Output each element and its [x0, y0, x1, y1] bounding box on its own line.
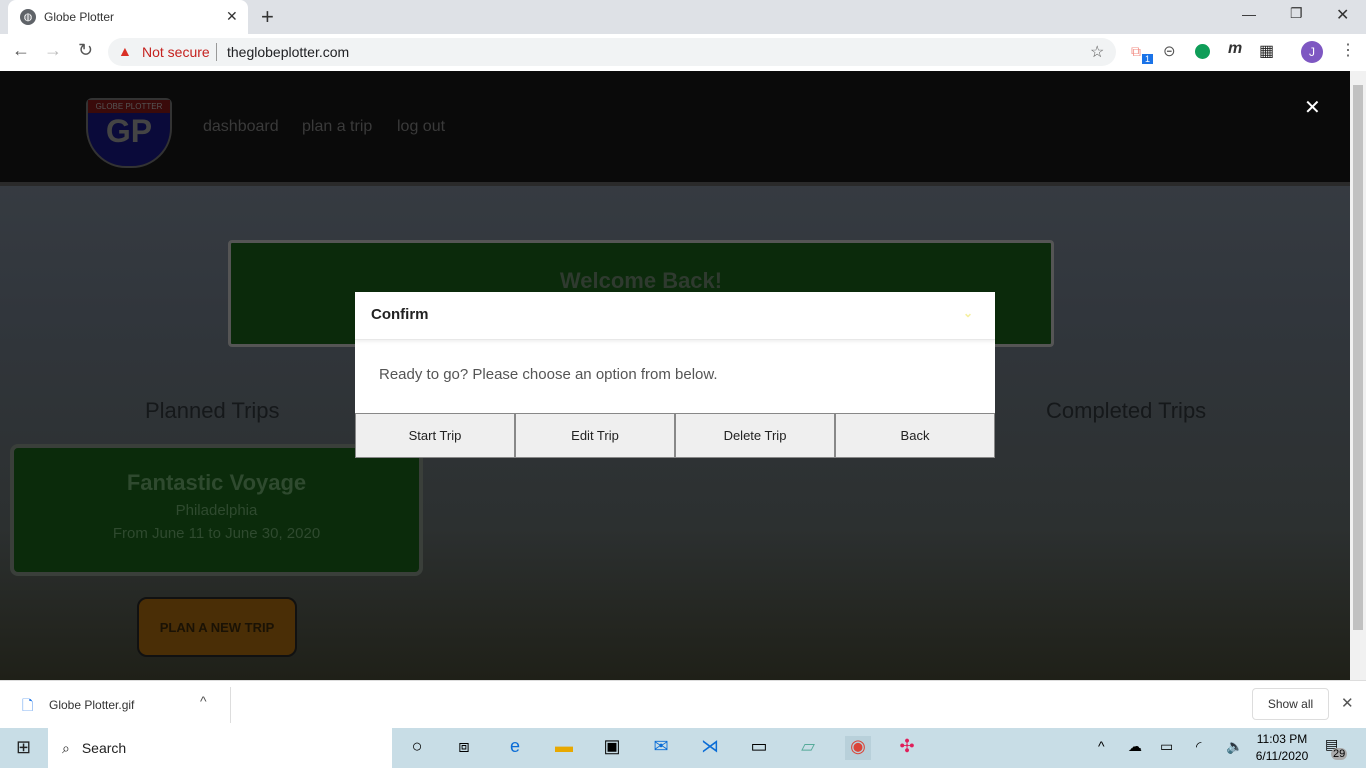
edit-trip-button[interactable]: Edit Trip: [515, 413, 675, 458]
battery-icon[interactable]: ▭: [1160, 738, 1173, 755]
taskbar-search[interactable]: ⌕ Search: [48, 728, 392, 768]
delete-trip-button[interactable]: Delete Trip: [675, 413, 835, 458]
bookmark-star-icon[interactable]: ☆: [1090, 42, 1104, 62]
file-explorer-icon[interactable]: ▬: [551, 736, 577, 760]
start-trip-button[interactable]: Start Trip: [355, 413, 515, 458]
windows-start-icon[interactable]: ⊞: [16, 737, 31, 758]
search-placeholder: Search: [81, 740, 127, 756]
slack-icon[interactable]: ✣: [894, 736, 920, 760]
profile-avatar[interactable]: J: [1301, 41, 1323, 63]
wifi-icon[interactable]: ◜: [1196, 738, 1201, 755]
notification-count: 29: [1331, 748, 1348, 760]
clock-date[interactable]: 6/11/2020: [1254, 749, 1310, 763]
chevron-up-icon[interactable]: ^: [200, 693, 207, 709]
minimize-icon[interactable]: —: [1242, 6, 1256, 22]
warning-icon: ▲: [118, 43, 132, 59]
volume-icon[interactable]: 🔈: [1226, 738, 1243, 755]
logo[interactable]: GLOBE PLOTTER GP: [86, 98, 172, 168]
grid-extension-icon[interactable]: ▦: [1259, 41, 1274, 61]
download-bar: 🗋 Globe Plotter.gif ^ Show all ✕: [0, 680, 1366, 728]
browser-tab[interactable]: ◍ Globe Plotter ✕: [8, 0, 248, 34]
close-tab-icon[interactable]: ✕: [226, 8, 238, 25]
address-bar[interactable]: ▲ Not secure theglobeplotter.com ☆: [108, 38, 1116, 66]
mail-icon[interactable]: ✉: [648, 736, 674, 760]
onedrive-icon[interactable]: ☁: [1128, 738, 1142, 755]
notes-icon[interactable]: ▱: [795, 736, 821, 760]
new-tab-icon[interactable]: +: [261, 4, 274, 30]
back-icon[interactable]: ←: [12, 40, 30, 61]
terminal-icon[interactable]: ▭: [746, 736, 772, 760]
scrollbar[interactable]: [1350, 71, 1366, 680]
show-hidden-icons[interactable]: ^: [1098, 738, 1105, 754]
nav-plan-a-trip[interactable]: plan a trip: [302, 118, 372, 136]
download-item[interactable]: Globe Plotter.gif: [49, 698, 134, 712]
trip-name: Fantastic Voyage: [126, 470, 307, 495]
taskbar: ⊞ ⌕ Search ○ ⧈ e ▬ ▣ ✉ ⋊ ▭ ▱ ◉ ✣ ^ ☁ ▭ ◜…: [0, 728, 1366, 768]
completed-trips-heading: Completed Trips: [1046, 398, 1207, 423]
maximize-icon[interactable]: ❐: [1290, 5, 1303, 22]
back-button[interactable]: Back: [835, 413, 995, 458]
nav-dashboard[interactable]: dashboard: [203, 118, 279, 136]
dialog-title: Confirm: [371, 306, 429, 323]
logo-initials: GP: [105, 113, 153, 149]
close-overlay-icon[interactable]: ✕: [1304, 95, 1321, 120]
browser-toolbar: ← → ↻ ▲ Not secure theglobeplotter.com ☆…: [0, 34, 1366, 71]
trip-dates: From June 11 to June 30, 2020: [112, 525, 321, 542]
nav-log-out[interactable]: log out: [397, 118, 445, 136]
trip-card[interactable]: Fantastic Voyage Philadelphia From June …: [10, 444, 423, 576]
hangouts-icon[interactable]: [1195, 44, 1210, 59]
tab-title: Globe Plotter: [44, 10, 115, 24]
planned-trips-heading: Planned Trips: [145, 398, 280, 423]
chevron-down-icon[interactable]: ⌄: [963, 306, 973, 320]
m-extension-icon[interactable]: m: [1228, 40, 1242, 58]
close-downloads-icon[interactable]: ✕: [1341, 694, 1354, 712]
tab-strip: ◍ Globe Plotter ✕ + — ❐ ✕: [0, 0, 1366, 34]
cortana-icon[interactable]: ○: [404, 736, 430, 760]
dialog-header: Confirm ⌄: [355, 292, 995, 340]
close-window-icon[interactable]: ✕: [1336, 5, 1349, 25]
confirm-dialog: Confirm ⌄ Ready to go? Please choose an …: [355, 292, 995, 458]
extension-badge: 1: [1142, 54, 1154, 64]
chrome-icon[interactable]: ◉: [845, 736, 871, 760]
security-label[interactable]: Not secure: [142, 44, 210, 60]
dialog-message: Ready to go? Please choose an option fro…: [379, 366, 718, 383]
search-icon: ⌕: [62, 739, 70, 756]
vscode-icon[interactable]: ⋊: [697, 736, 723, 760]
url-text[interactable]: theglobeplotter.com: [227, 44, 349, 60]
logo-text: GLOBE PLOTTER: [88, 100, 170, 113]
forward-icon[interactable]: →: [44, 40, 62, 61]
file-icon: 🗋: [22, 697, 34, 713]
menu-icon[interactable]: ⋮: [1340, 40, 1356, 60]
task-view-icon[interactable]: ⧈: [451, 736, 477, 760]
code-extension-icon[interactable]: ⊝: [1163, 42, 1176, 60]
edge-icon[interactable]: e: [502, 736, 528, 760]
plan-new-trip-button[interactable]: PLAN A NEW TRIP: [137, 597, 297, 657]
site-header: GLOBE PLOTTER GP dashboard plan a trip l…: [0, 71, 1350, 186]
show-all-button[interactable]: Show all: [1252, 688, 1329, 720]
trip-city: Philadelphia: [175, 502, 258, 519]
clock-time[interactable]: 11:03 PM: [1256, 732, 1308, 746]
store-icon[interactable]: ▣: [599, 736, 625, 760]
globe-icon: ◍: [20, 9, 36, 25]
reload-icon[interactable]: ↻: [78, 40, 93, 61]
extension-icon[interactable]: ⧉: [1131, 43, 1141, 60]
